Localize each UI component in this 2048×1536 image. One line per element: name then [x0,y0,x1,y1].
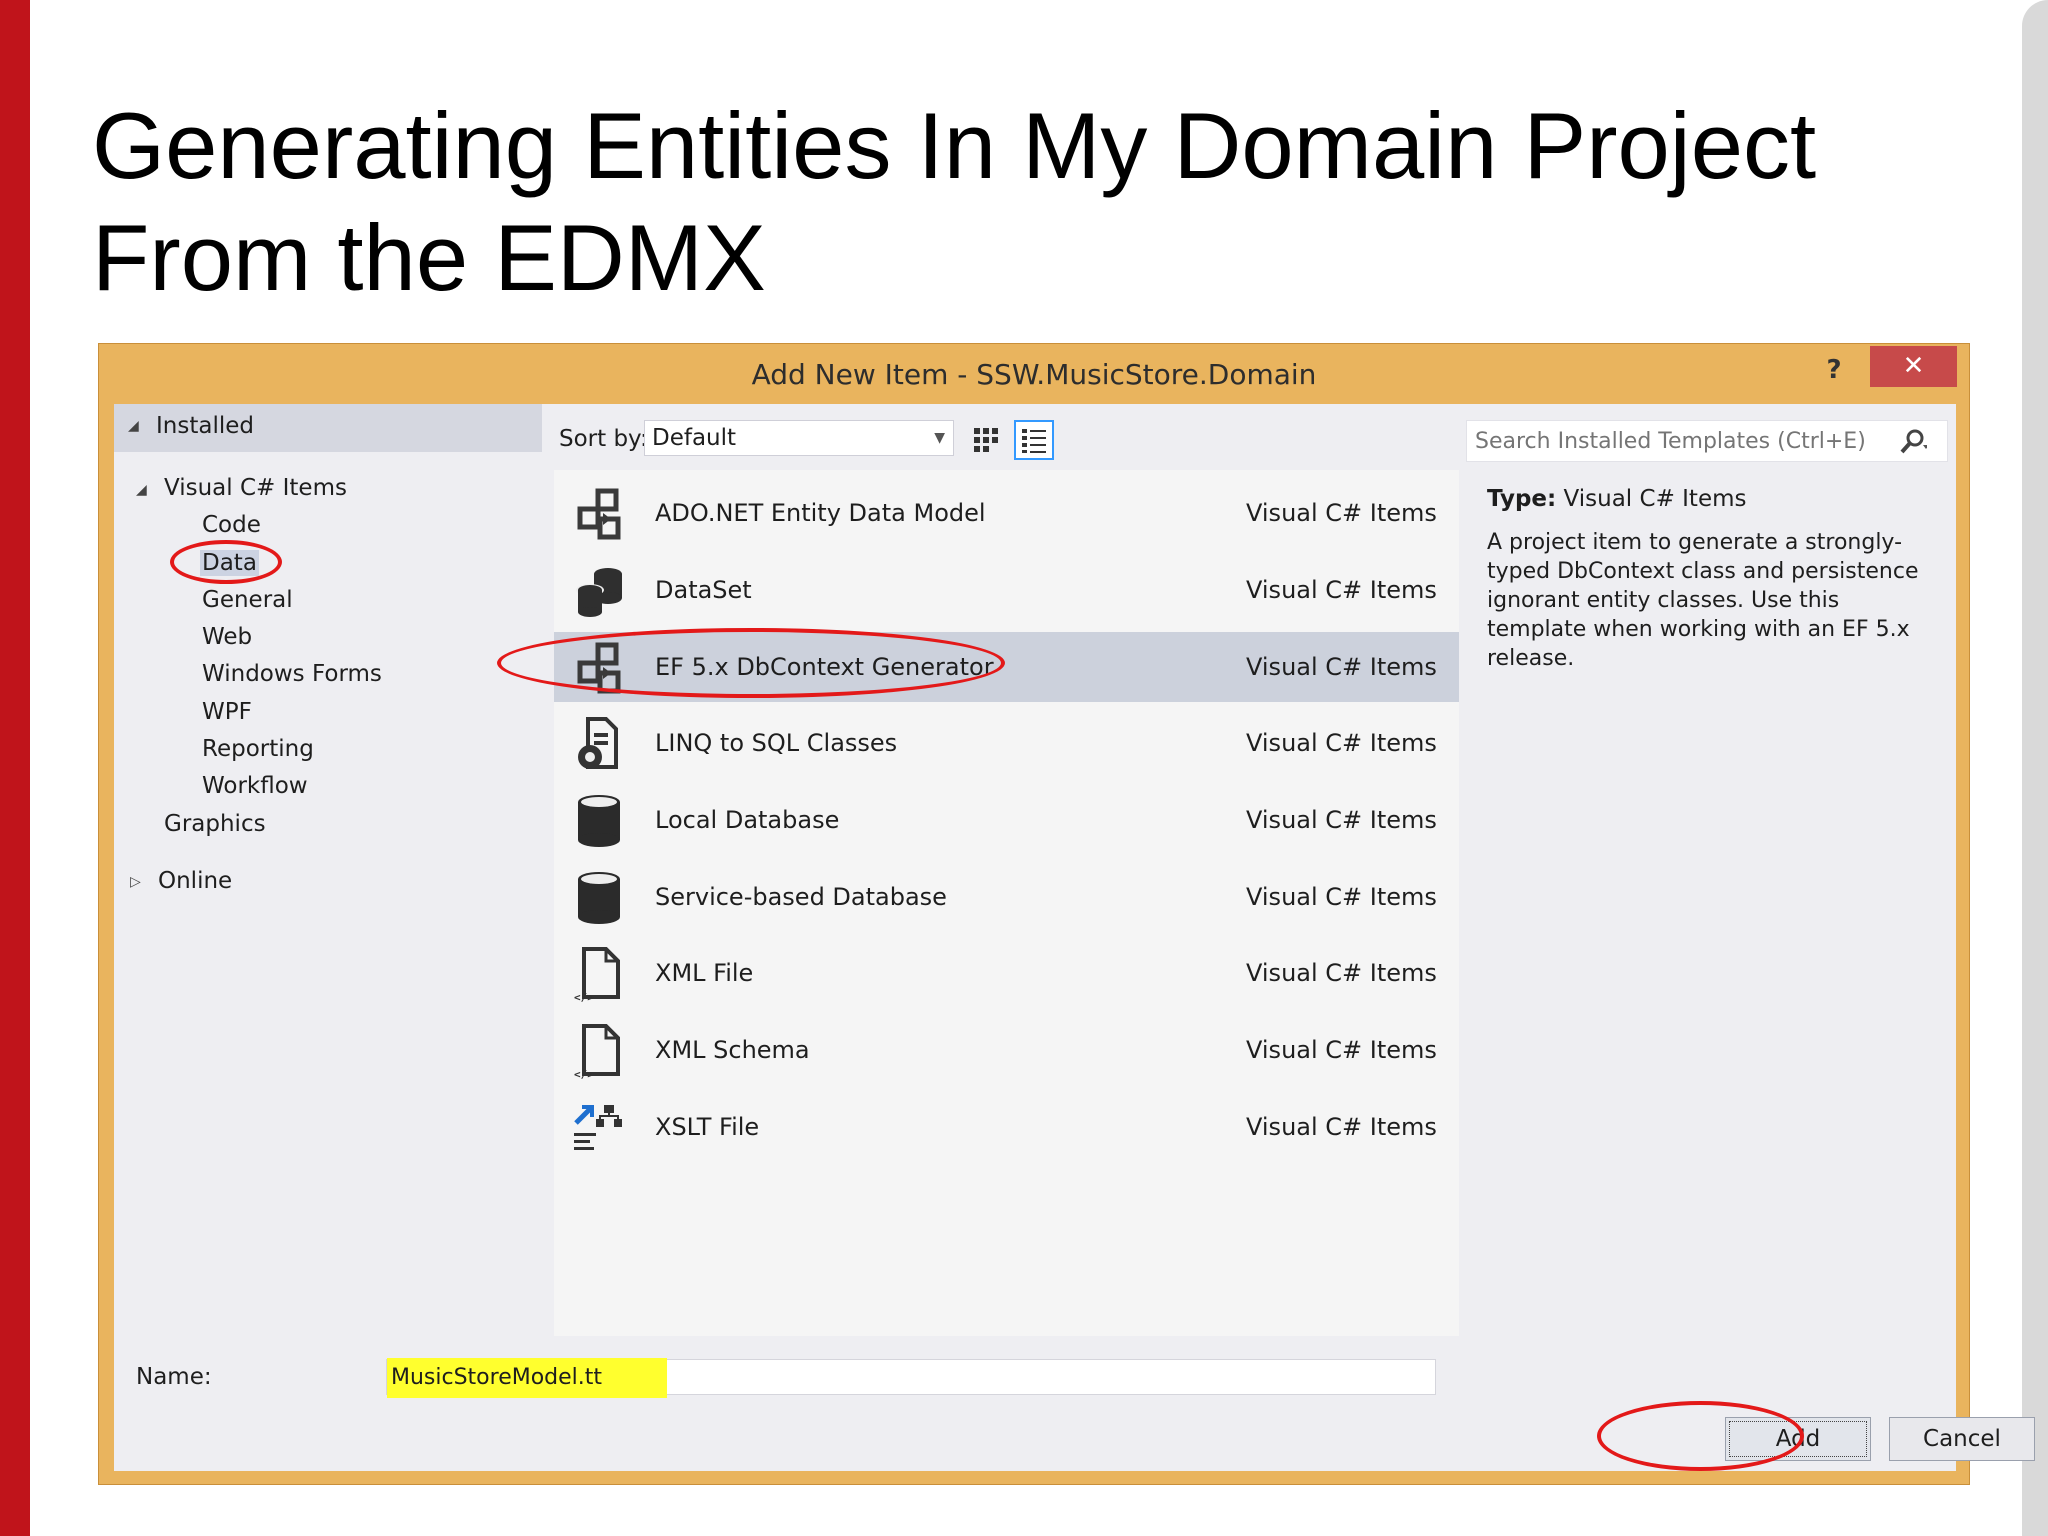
template-name: Service-based Database [655,883,947,911]
xml-file-icon: </> [574,947,620,1003]
tree-node-windows-forms[interactable]: Windows Forms [202,661,382,687]
collapse-arrow-icon[interactable]: ◢ [128,418,139,434]
entity-model-icon [577,488,621,540]
chevron-down-icon: ▼ [934,430,945,446]
grid-view-icon [974,428,998,452]
slide-title: Generating Entities In My Domain Project… [92,90,1892,314]
template-row-linq-to-sql[interactable]: LINQ to SQL Classes Visual C# Items [554,708,1459,778]
template-category: Visual C# Items [1246,1036,1437,1064]
template-name: XML Schema [655,1036,810,1064]
template-category: Visual C# Items [1246,576,1437,604]
template-row-dataset[interactable]: DataSet Visual C# Items [554,555,1459,625]
template-category: Visual C# Items [1246,1113,1437,1141]
name-label: Name: [136,1364,212,1390]
template-category: Visual C# Items [1246,653,1437,681]
tree-node-code[interactable]: Code [202,512,261,538]
dataset-icon [576,568,622,617]
tree-node-installed[interactable]: ◢ Installed [114,404,542,452]
template-name: XSLT File [655,1113,760,1141]
name-field[interactable] [386,1358,1436,1398]
tree-node-web[interactable]: Web [202,624,252,650]
name-input[interactable] [391,1360,1091,1394]
tree-node-online[interactable]: Online [158,868,232,894]
list-view-button[interactable] [1014,420,1054,460]
sort-by-dropdown[interactable]: Default ▼ [644,420,954,456]
template-list: ADO.NET Entity Data Model Visual C# Item… [554,470,1459,1336]
template-name: DataSet [655,576,752,604]
add-button[interactable]: Add [1725,1417,1871,1461]
linq-icon [578,717,618,769]
template-row-ef-dbcontext[interactable]: EF 5.x DbContext Generator Visual C# Ite… [554,632,1459,702]
xslt-icon [574,1105,622,1150]
tree-node-data[interactable]: Data [200,550,259,576]
slide-corner-decoration [2022,0,2048,1536]
template-name: ADO.NET Entity Data Model [655,499,986,527]
slide-title-line-1: Generating Entities In My Domain Project [92,93,1817,198]
dialog-body: ◢ Installed ◢ Visual C# Items Code Data … [114,404,2035,1471]
collapse-arrow-icon[interactable]: ◢ [136,482,147,498]
dialog-title: Add New Item - SSW.MusicStore.Domain [751,358,1317,391]
tree-node-visual-csharp[interactable]: Visual C# Items [164,475,347,501]
template-name: EF 5.x DbContext Generator [655,653,994,681]
template-row-local-database[interactable]: Local Database Visual C# Items [554,785,1459,855]
sort-by-label: Sort by: [559,426,648,452]
tree-node-reporting[interactable]: Reporting [202,736,314,762]
cancel-button[interactable]: Cancel [1889,1417,2035,1461]
search-icon[interactable] [1897,427,1927,457]
tree-node-general[interactable]: General [202,587,293,613]
template-row-ado-net[interactable]: ADO.NET Entity Data Model Visual C# Item… [554,478,1459,548]
svg-text:</>: </> [574,1068,594,1080]
template-name: XML File [655,959,754,987]
entity-model-icon [577,642,621,694]
sort-by-value: Default [652,425,737,451]
template-tree: ◢ Installed ◢ Visual C# Items Code Data … [114,404,542,1336]
template-category: Visual C# Items [1246,499,1437,527]
tree-node-wpf[interactable]: WPF [202,699,252,725]
tree-label-installed: Installed [156,413,254,439]
template-category: Visual C# Items [1246,729,1437,757]
type-label: Type: [1487,486,1557,512]
template-row-xml-schema[interactable]: </> XML Schema Visual C# Items [554,1015,1459,1085]
template-category: Visual C# Items [1246,883,1437,911]
medium-icons-view-button[interactable] [966,420,1006,460]
add-new-item-dialog: Add New Item - SSW.MusicStore.Domain ? ✕… [98,343,2035,1485]
type-value: Visual C# Items [1563,486,1747,512]
slide-accent-bar [0,0,30,1536]
database-icon [578,795,620,847]
template-description: A project item to generate a strongly-ty… [1487,530,1919,671]
template-row-xslt-file[interactable]: XSLT File Visual C# Items [554,1092,1459,1162]
template-row-service-database[interactable]: Service-based Database Visual C# Items [554,862,1459,932]
database-icon [578,872,620,924]
slide-title-line-2: From the EDMX [92,205,766,310]
help-button[interactable]: ? [1814,350,1854,390]
template-type-line: Type: Visual C# Items [1487,486,1747,512]
search-input[interactable] [1475,425,1875,457]
tree-node-graphics[interactable]: Graphics [164,811,266,837]
xml-file-icon: </> [574,1024,620,1080]
tree-node-workflow[interactable]: Workflow [202,773,308,799]
search-templates-box[interactable] [1466,420,1948,462]
expand-arrow-icon[interactable]: ▷ [130,874,141,890]
template-name: LINQ to SQL Classes [655,729,898,757]
template-row-xml-file[interactable]: </> XML File Visual C# Items [554,938,1459,1008]
close-button[interactable]: ✕ [1870,346,1957,387]
list-view-icon [1022,429,1046,453]
template-name: Local Database [655,806,840,834]
svg-text:</>: </> [574,991,594,1003]
template-category: Visual C# Items [1246,806,1437,834]
template-category: Visual C# Items [1246,959,1437,987]
